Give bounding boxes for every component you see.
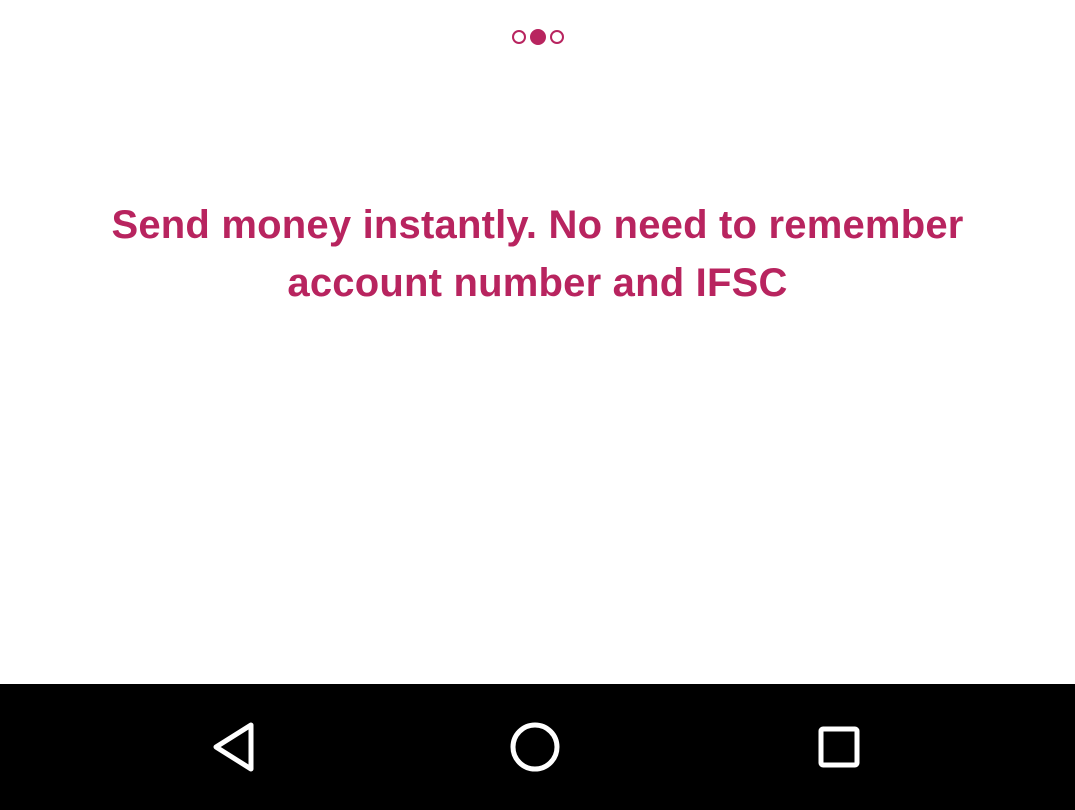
page-dot-inactive-icon[interactable] [549,30,564,44]
onboarding-screen: Send money instantly. No need to remembe… [0,0,1075,684]
system-navigation-bar [0,684,1075,810]
onboarding-headline: Send money instantly. No need to remembe… [111,203,964,305]
page-dot-active-icon[interactable] [529,29,546,45]
home-circle-icon [510,722,560,772]
page-dot-inactive-icon[interactable] [511,30,526,44]
back-button[interactable] [204,717,264,777]
back-triangle-icon [213,722,254,772]
home-button[interactable] [505,717,565,777]
page-indicator [0,27,1075,47]
recents-square-icon [818,726,860,768]
recents-button[interactable] [809,717,869,777]
